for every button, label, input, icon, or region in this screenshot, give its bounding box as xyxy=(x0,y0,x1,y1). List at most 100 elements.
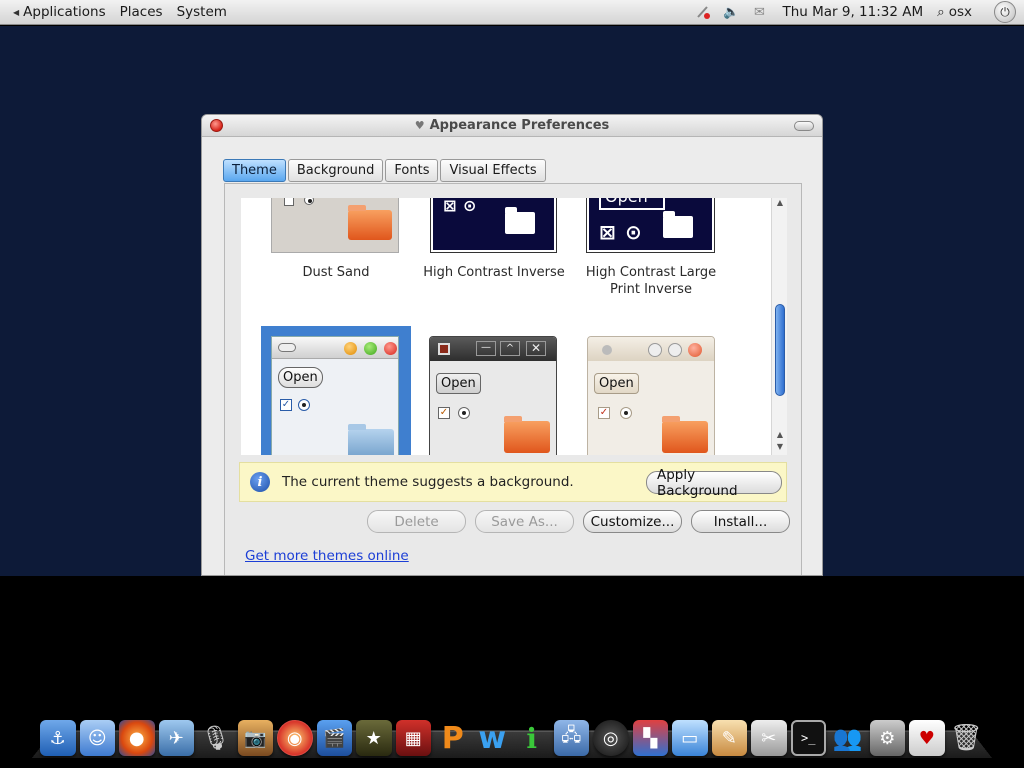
get-more-themes-link[interactable]: Get more themes online xyxy=(245,548,409,564)
system-preferences-icon[interactable]: ⚙ xyxy=(869,720,906,756)
window-titlebar[interactable]: ♥ Appearance Preferences xyxy=(202,115,822,137)
open-button-preview: Open xyxy=(599,198,665,210)
window-titlebar-preview: — ^ ✕ xyxy=(430,337,556,361)
menu-places-label: Places xyxy=(119,4,163,20)
volume-icon[interactable]: 🔈 xyxy=(722,4,740,20)
iphoto-icon[interactable]: 📷 xyxy=(237,720,273,756)
theme-thumbnail-high-contrast-large-print-inverse[interactable]: Open ⊠ ⊙ xyxy=(586,198,715,253)
menu-system-label: System xyxy=(176,4,227,20)
maximize-dot-preview xyxy=(364,342,377,355)
finder-icon[interactable]: ☺ xyxy=(79,720,115,756)
checkbox-preview: ✓ xyxy=(598,407,610,419)
game-cards-icon[interactable]: ♥ xyxy=(909,720,945,756)
terminal-icon[interactable]: >_ xyxy=(790,720,827,756)
numbers-icon[interactable]: ℹ xyxy=(514,720,550,756)
window-menu-dot-preview xyxy=(602,345,612,355)
close-dot-preview xyxy=(384,342,397,355)
window-titlebar-preview xyxy=(588,337,714,361)
radio-preview: ⊙ xyxy=(625,220,642,244)
menu-applications[interactable]: ◀ Applications xyxy=(6,0,113,24)
scroll-up-icon[interactable]: ▲ xyxy=(772,198,788,207)
window-title: ♥ Appearance Preferences xyxy=(415,118,610,133)
script-editor-icon[interactable]: ✂ xyxy=(751,720,787,756)
theme-thumbnail-clearlooks[interactable]: Open ✓ xyxy=(271,336,399,455)
close-button[interactable] xyxy=(210,119,223,132)
theme-list[interactable]: Dust Sand ⊠ ⊙ High Contrast Inverse Open… xyxy=(241,198,771,455)
customize-button[interactable]: Customize... xyxy=(583,510,682,533)
window-icon-preview xyxy=(438,343,450,355)
apple-icon: ◀ xyxy=(13,7,20,17)
system-tray: 🔈 ✉ Thu Mar 9, 11:32 AM ⌕ osx ⏻ xyxy=(694,0,1024,24)
install-button[interactable]: Install... xyxy=(691,510,790,533)
maximize-dot-preview xyxy=(668,343,682,357)
network-offline-icon[interactable] xyxy=(694,4,712,20)
menu-places[interactable]: Places xyxy=(113,0,170,24)
users-icon[interactable]: 👥 xyxy=(830,720,866,756)
appearance-icon: ♥ xyxy=(414,119,425,132)
tab-fonts[interactable]: Fonts xyxy=(385,159,439,182)
tab-background[interactable]: Background xyxy=(287,159,384,182)
user-name: osx xyxy=(948,4,972,20)
theme-actions: Delete Save As... Customize... Install..… xyxy=(367,510,790,533)
open-button-preview: Open xyxy=(278,367,323,388)
preview-icon[interactable]: ✈ xyxy=(158,720,194,756)
imovie-icon[interactable]: 🎬 xyxy=(316,720,352,756)
theme-thumbnail-dark[interactable]: — ^ ✕ Open ✓ xyxy=(429,336,557,455)
folder-icon xyxy=(663,211,693,238)
pages-icon[interactable]: P xyxy=(435,720,471,756)
radio-preview: ⊙ xyxy=(463,198,477,215)
clock[interactable]: Thu Mar 9, 11:32 AM xyxy=(778,4,927,20)
info-icon: i xyxy=(250,472,270,492)
menu-system[interactable]: System xyxy=(170,0,234,24)
delete-button[interactable]: Delete xyxy=(367,510,466,533)
theme-list-scrollbar[interactable]: ▲ ▲ ▼ xyxy=(771,198,787,455)
mail-icon[interactable]: ✉ xyxy=(750,4,768,20)
remote-desktop-icon[interactable]: ▭ xyxy=(672,720,708,756)
radio-preview xyxy=(304,198,314,205)
theme-thumbnail-dust-sand[interactable] xyxy=(271,198,399,253)
folder-icon xyxy=(348,205,392,240)
dock: ⚓ ☺ ● ✈ 🎙 📷 ◉ 🎬 ★ ▦ P w ℹ 🖧 ◎ ▚ ▭ ✎ ✂ >_… xyxy=(40,714,984,756)
folder-icon xyxy=(505,207,535,234)
checkbox-preview: ✓ xyxy=(280,399,292,411)
microphone-icon[interactable]: 🎙 xyxy=(198,720,234,756)
speaker-icon[interactable]: ◎ xyxy=(593,720,629,756)
maximize-icon: ^ xyxy=(500,341,520,356)
main-menu: ◀ Applications Places System xyxy=(0,0,234,24)
tab-theme[interactable]: Theme xyxy=(223,159,286,182)
open-button-preview: Open xyxy=(594,373,639,394)
pill-button-preview xyxy=(278,343,296,352)
toolbar-toggle-button[interactable] xyxy=(794,121,814,131)
menu-applications-label: Applications xyxy=(23,4,106,20)
text-edit-icon[interactable]: ✎ xyxy=(711,720,747,756)
theme-thumbnail-high-contrast-inverse[interactable]: ⊠ ⊙ xyxy=(430,198,557,253)
user-switcher[interactable]: ⌕ osx xyxy=(937,4,972,20)
scrollbar-thumb[interactable] xyxy=(775,304,785,396)
info-text: The current theme suggests a background. xyxy=(282,474,574,490)
firefox-icon[interactable]: ● xyxy=(119,720,155,756)
minimize-dot-preview xyxy=(344,342,357,355)
checkbox-preview: ✓ xyxy=(438,407,450,419)
open-button-preview: Open xyxy=(436,373,481,394)
close-icon: ✕ xyxy=(526,341,546,356)
star-icon[interactable]: ★ xyxy=(356,720,392,756)
minimize-dot-preview xyxy=(648,343,662,357)
network-icon[interactable]: 🖧 xyxy=(553,720,589,756)
photo-album-icon[interactable]: ▦ xyxy=(395,720,431,756)
tab-visual-effects[interactable]: Visual Effects xyxy=(440,159,546,182)
user-icon: ⌕ xyxy=(937,4,945,20)
finder-anchor-icon[interactable]: ⚓ xyxy=(40,720,76,756)
minimize-icon: — xyxy=(476,341,496,356)
photo-booth-icon[interactable]: ◉ xyxy=(277,720,313,756)
theme-label-dust-sand: Dust Sand xyxy=(302,265,370,280)
blocks-icon[interactable]: ▚ xyxy=(632,720,668,756)
checkbox-preview: ⊠ xyxy=(443,198,457,215)
power-icon[interactable]: ⏻ xyxy=(994,1,1016,23)
trash-icon[interactable]: 🗑 xyxy=(949,720,985,756)
theme-thumbnail-human[interactable]: Open ✓ xyxy=(587,336,715,455)
word-icon[interactable]: w xyxy=(475,720,511,756)
save-as-button[interactable]: Save As... xyxy=(475,510,574,533)
scroll-up-bottom-icon[interactable]: ▲ xyxy=(772,430,788,439)
scroll-down-icon[interactable]: ▼ xyxy=(772,442,788,451)
apply-background-button[interactable]: Apply Background xyxy=(646,467,782,499)
